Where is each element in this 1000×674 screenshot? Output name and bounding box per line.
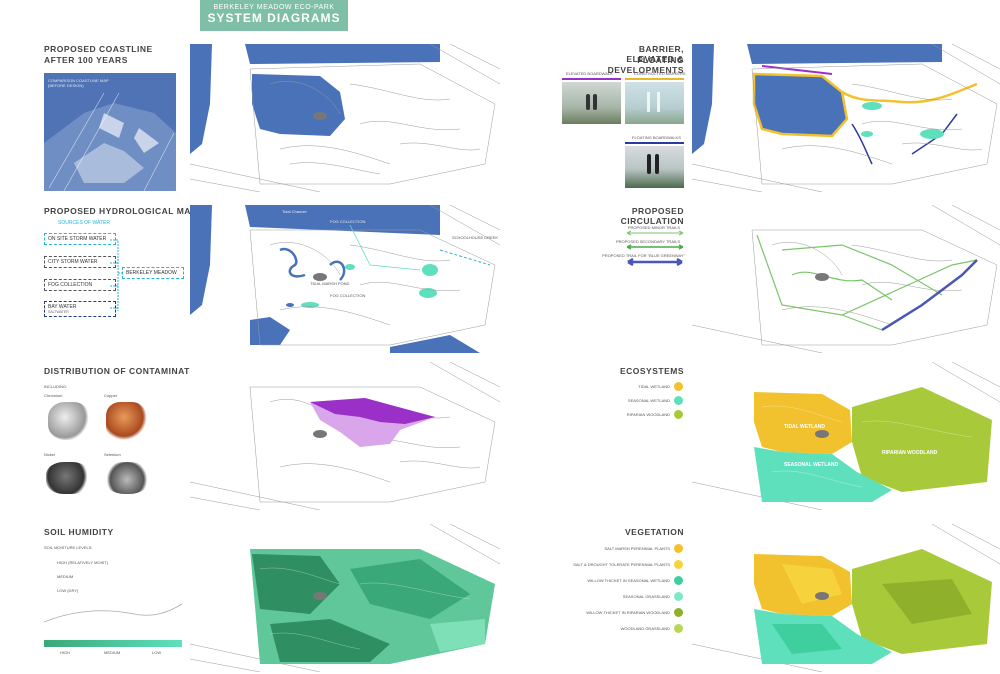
veg-dot-4 — [674, 608, 683, 617]
veg-dot-0 — [674, 544, 683, 553]
map-coastline — [190, 44, 500, 192]
soil-bar-high: HIGH — [60, 650, 70, 655]
map-hydro: Tidal Channel FOG COLLECTION SCHOOLHOUSE… — [190, 205, 500, 353]
soil-title: SOIL HUMIDITY — [44, 527, 114, 537]
elevated-photo — [562, 82, 621, 124]
circ-arrow-greenway — [627, 258, 683, 266]
coast-caption-2: (BEFORE DESIGN) — [48, 83, 84, 88]
veg-item-4: WILLOW THICKET IN RIPARIAN WOODLAND — [586, 610, 670, 615]
map-label-schoolhouse: SCHOOLHOUSE CREEK — [452, 235, 499, 240]
coast-title-2: AFTER 100 YEARS — [44, 55, 128, 65]
map-contaminants — [190, 362, 500, 510]
veg-item-1: SALT & DROUGHT TOLERATE PERENNIAL PLANTS — [573, 562, 670, 567]
barrier-label-markers: CONSTRUCTED MARKERS — [634, 71, 686, 76]
contam-copper-label: Copper — [104, 393, 118, 398]
bay-water-sub: SALTWATER — [48, 310, 69, 314]
veg-title: VEGETATION — [625, 527, 684, 537]
circ-arrow-minor — [626, 230, 684, 236]
soil-bar-low: LOW — [152, 650, 162, 655]
box-bay-water: BAY WATER SALTWATER — [44, 301, 116, 317]
circ-arrow-secondary — [626, 244, 684, 250]
box-onsite-storm: ON SITE STORM WATER — [44, 233, 116, 245]
eco-dot-seasonal — [674, 396, 683, 405]
banner-subtitle: BERKELEY MEADOW ECO-PARK — [213, 4, 335, 11]
map-circulation — [692, 205, 1000, 353]
map-label-fog-2: FOG COLLECTION — [330, 293, 366, 298]
soil-wave — [44, 603, 183, 623]
map-vegetation — [692, 524, 1000, 672]
coast-comparison-map: COMPARISON COASTLINE MAP (BEFORE DESIGN) — [44, 73, 176, 191]
veg-item-3: SEASONAL GRASSLAND — [622, 594, 670, 599]
eco-title: ECOSYSTEMS — [619, 366, 684, 376]
nickel-image — [46, 462, 90, 494]
soil-gradient-bar — [44, 640, 182, 647]
circ-title: PROPOSED CIRCULATION — [620, 206, 684, 226]
banner-title: SYSTEM DIAGRAMS — [207, 11, 341, 25]
contam-including: INCLUDING: — [44, 384, 68, 389]
veg-item-5: WOODLAND GRASSLAND — [620, 626, 670, 631]
soil-levels-title: SOIL MOISTURE LEVELS: — [44, 545, 93, 550]
box-berkeley-meadow: BERKELEY MEADOW — [122, 267, 184, 279]
eco-dot-tidal — [674, 382, 683, 391]
contam-chromium-label: Chromium — [44, 393, 63, 398]
chromium-image — [48, 402, 90, 440]
elevated-line — [562, 78, 621, 80]
veg-dot-5 — [674, 624, 683, 633]
veg-dot-2 — [674, 576, 683, 585]
box-fog: FOG COLLECTION — [44, 279, 116, 291]
map-label-fog-1: FOG COLLECTION — [330, 219, 366, 224]
coast-title-1: PROPOSED COASTLINE — [44, 44, 153, 54]
barrier-label-elevated: ELEVATED BOARDWALK — [566, 71, 613, 76]
map-soil — [190, 524, 500, 672]
eco-map-label-seasonal: SEASONAL WETLAND — [784, 462, 839, 468]
soil-bar-medium: MEDIUM — [104, 650, 121, 655]
eco-dot-riparian — [674, 410, 683, 419]
contam-nickel-label: Nickel — [44, 452, 55, 457]
eco-item-tidal: TIDAL WETLAND — [638, 384, 670, 389]
soil-level-medium: MEDIUM — [57, 574, 74, 579]
hydro-connector — [110, 239, 124, 311]
box-city-storm: CITY STORM WATER — [44, 256, 116, 268]
veg-item-0: SALT MARSH PERENNIAL PLANTS — [604, 546, 671, 551]
eco-map-label-tidal: TIDAL WETLAND — [784, 424, 826, 430]
map-ecosystems: TIDAL WETLAND RIPARIAN WOODLAND SEASONAL… — [692, 362, 1000, 510]
eco-map-label-riparian: RIPARIAN WOODLAND — [882, 450, 938, 456]
copper-image — [106, 402, 146, 440]
contam-selenium-label: Selenium — [104, 452, 121, 457]
hydro-title: PROPOSED HYDROLOGICAL MAP — [44, 206, 198, 216]
floating-line — [625, 142, 684, 144]
title-banner: BERKELEY MEADOW ECO-PARK SYSTEM DIAGRAMS — [200, 0, 348, 31]
map-label-tidal-pond: TIDAL MARSH POND — [310, 281, 350, 286]
selenium-image — [104, 462, 150, 494]
veg-dot-3 — [674, 592, 683, 601]
markers-line — [625, 78, 684, 80]
markers-photo — [625, 82, 684, 124]
hydro-sources-label: SOURCES OF WATER — [58, 220, 110, 226]
contam-title: DISTRIBUTION OF CONTAMINATES — [44, 366, 203, 376]
soil-level-high: HIGH (RELATIVELY MOIST) — [57, 560, 109, 565]
veg-dot-1 — [674, 560, 683, 569]
soil-level-low: LOW (DRY) — [57, 588, 79, 593]
map-label-tidal-channel: Tidal Channel — [282, 209, 307, 214]
map-barrier — [692, 44, 1000, 192]
eco-item-riparian: RIPARIAN WOODLAND — [626, 412, 670, 417]
floating-photo — [625, 146, 684, 188]
eco-item-seasonal: SEASONAL WETLAND — [627, 398, 670, 403]
barrier-label-floating: FLOATING BOARDWALKS — [632, 135, 681, 140]
veg-item-2: WILLOW THICKET IN SEASONAL WETLAND — [587, 578, 670, 583]
